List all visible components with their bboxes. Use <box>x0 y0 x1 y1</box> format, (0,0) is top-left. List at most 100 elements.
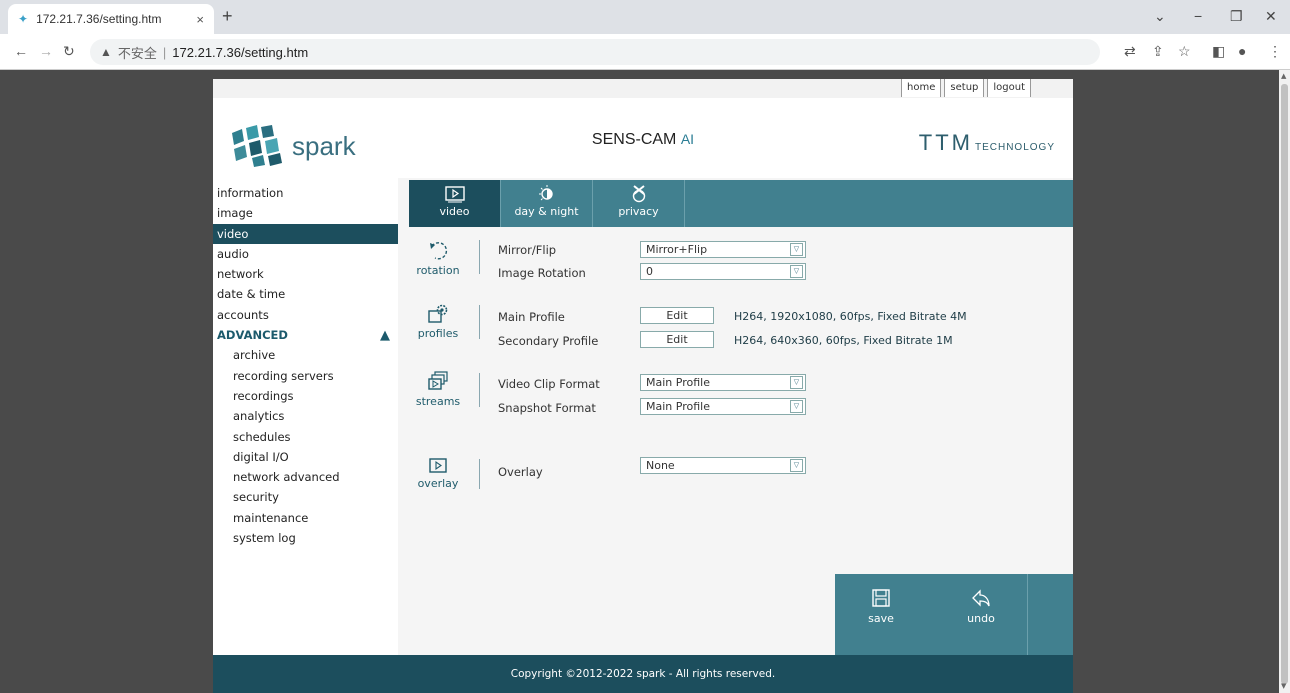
logout-link[interactable]: logout <box>987 79 1031 97</box>
overlay-group: overlay <box>408 457 468 490</box>
minimize-button[interactable]: − <box>1194 8 1202 24</box>
tab-day-night[interactable]: day & night <box>501 180 593 227</box>
streams-label: streams <box>415 395 461 408</box>
sidebar-item-maintenance[interactable]: maintenance <box>213 508 398 528</box>
overlay-icon <box>429 458 447 473</box>
main-profile-label: Main Profile <box>498 310 565 324</box>
sidebar-item-recordings[interactable]: recordings <box>213 386 398 406</box>
product-name: SENS-CAM <box>591 131 677 148</box>
restore-button[interactable]: ❐ <box>1230 8 1243 25</box>
scroll-up-icon[interactable]: ▲ <box>1281 72 1286 80</box>
streams-icon <box>428 371 448 390</box>
secondary-profile-edit-button[interactable]: Edit <box>640 331 714 348</box>
chevron-down-icon[interactable]: ▽ <box>790 459 803 472</box>
sidebar-item-recording-servers[interactable]: recording servers <box>213 366 398 386</box>
main-profile-edit-button[interactable]: Edit <box>640 307 714 324</box>
sidebar-item-accounts[interactable]: accounts <box>213 305 398 325</box>
rotation-group: rotation <box>408 240 468 277</box>
snapshot-format-select[interactable]: Main Profile ▽ <box>640 398 806 415</box>
back-icon[interactable]: ← <box>14 43 28 59</box>
warning-icon[interactable]: ▲ <box>100 45 112 59</box>
day-night-icon <box>538 185 553 201</box>
sidebar-item-network[interactable]: network <box>213 264 398 284</box>
share-icon[interactable]: ⇪ <box>1152 43 1164 60</box>
side-panel-icon[interactable]: ◧ <box>1212 43 1225 60</box>
mirror-flip-value: Mirror+Flip <box>646 243 708 256</box>
url-field[interactable]: ▲ 不安全 | 172.21.7.36/setting.htm <box>90 39 1100 65</box>
mirror-flip-label: Mirror/Flip <box>498 243 557 257</box>
tab-close-icon[interactable]: × <box>196 12 204 27</box>
streams-group: streams <box>408 371 468 408</box>
page-footer: Copyright ©2012-2022 spark - All rights … <box>213 655 1073 693</box>
chevron-down-icon[interactable]: ▽ <box>790 243 803 256</box>
tab-title: 172.21.7.36/setting.htm <box>36 12 162 26</box>
sidebar-item-system-log[interactable]: system log <box>213 528 398 548</box>
profile-icon[interactable]: ● <box>1238 43 1246 59</box>
overlay-select[interactable]: None ▽ <box>640 457 806 474</box>
page-header: spark SENS-CAM AI TTM TECHNOLOGY <box>213 98 1073 178</box>
chevron-down-icon[interactable]: ▽ <box>790 400 803 413</box>
mirror-flip-select[interactable]: Mirror+Flip ▽ <box>640 241 806 258</box>
product-suffix: AI <box>680 131 695 147</box>
image-rotation-label: Image Rotation <box>498 266 586 280</box>
tab-video-label: video <box>439 205 470 218</box>
video-clip-format-label: Video Clip Format <box>498 377 600 391</box>
tab-day-night-label: day & night <box>514 205 579 218</box>
sidebar-item-archive[interactable]: archive <box>213 345 398 365</box>
video-icon <box>444 186 465 203</box>
save-icon <box>872 589 890 607</box>
video-clip-format-select[interactable]: Main Profile ▽ <box>640 374 806 391</box>
scroll-thumb[interactable] <box>1281 84 1288 684</box>
sidebar-item-analytics[interactable]: analytics <box>213 406 398 426</box>
menu-icon[interactable]: ⋮ <box>1268 43 1282 60</box>
close-window-button[interactable]: ✕ <box>1265 8 1277 25</box>
site-favicon-icon: ✦ <box>18 12 29 26</box>
rotation-divider <box>479 240 480 274</box>
main-profile-info: H264, 1920x1080, 60fps, Fixed Bitrate 4M <box>734 310 967 323</box>
sidebar-item-digital-io[interactable]: digital I/O <box>213 447 398 467</box>
sidebar-item-network-advanced[interactable]: network advanced <box>213 467 398 487</box>
profiles-icon <box>428 304 448 323</box>
undo-button[interactable]: undo <box>935 574 1027 655</box>
bookmark-star-icon[interactable]: ☆ <box>1178 43 1191 60</box>
home-link[interactable]: home <box>901 79 942 97</box>
chevron-down-icon[interactable]: ▽ <box>790 265 803 278</box>
setup-link[interactable]: setup <box>944 79 985 97</box>
sidebar-item-schedules[interactable]: schedules <box>213 427 398 447</box>
new-tab-button[interactable]: + <box>222 6 233 27</box>
settings-tabs: video day & night privacy <box>409 180 1073 227</box>
scroll-down-icon[interactable]: ▼ <box>1281 682 1286 690</box>
sidebar-item-video[interactable]: video <box>213 223 398 244</box>
rotation-icon <box>430 242 448 260</box>
url-separator: | <box>162 44 167 60</box>
vendor-name: TTM <box>918 130 973 155</box>
page-scrollbar[interactable]: ▲ ▼ <box>1279 70 1290 693</box>
secondary-profile-info: H264, 640x360, 60fps, Fixed Bitrate 1M <box>734 334 953 347</box>
tab-privacy[interactable]: privacy <box>593 180 685 227</box>
sidebar-item-image[interactable]: image <box>213 203 398 223</box>
collapse-triangle-icon[interactable]: ▲ <box>380 326 390 346</box>
reload-icon[interactable]: ↻ <box>63 43 75 60</box>
secondary-profile-label: Secondary Profile <box>498 334 599 348</box>
sidebar-item-information[interactable]: information <box>213 183 398 203</box>
chevron-down-icon[interactable]: ▽ <box>790 376 803 389</box>
profiles-divider <box>479 305 480 339</box>
overlay-field-label: Overlay <box>498 465 543 479</box>
overlay-value: None <box>646 459 675 472</box>
address-bar-row: ← → ↻ ▲ 不安全 | 172.21.7.36/setting.htm ⇄ … <box>0 34 1290 70</box>
forward-icon[interactable]: → <box>39 43 53 59</box>
sidebar-advanced-toggle[interactable]: ADVANCED ▲ <box>213 325 398 345</box>
image-rotation-select[interactable]: 0 ▽ <box>640 263 806 280</box>
sidebar-item-date-time[interactable]: date & time <box>213 284 398 304</box>
insecure-label: 不安全 <box>117 45 157 61</box>
undo-icon <box>972 589 990 607</box>
translate-icon[interactable]: ⇄ <box>1124 43 1136 60</box>
tab-search-icon[interactable]: ⌄ <box>1154 8 1166 25</box>
overlay-divider <box>479 459 480 489</box>
video-settings-panel: video day & night privacy rotation Mirro… <box>398 178 1073 655</box>
save-button[interactable]: save <box>835 574 927 655</box>
sidebar-item-security[interactable]: security <box>213 487 398 507</box>
tab-video[interactable]: video <box>409 180 501 227</box>
sidebar-item-audio[interactable]: audio <box>213 244 398 264</box>
browser-tab[interactable]: ✦ 172.21.7.36/setting.htm × <box>8 4 214 34</box>
